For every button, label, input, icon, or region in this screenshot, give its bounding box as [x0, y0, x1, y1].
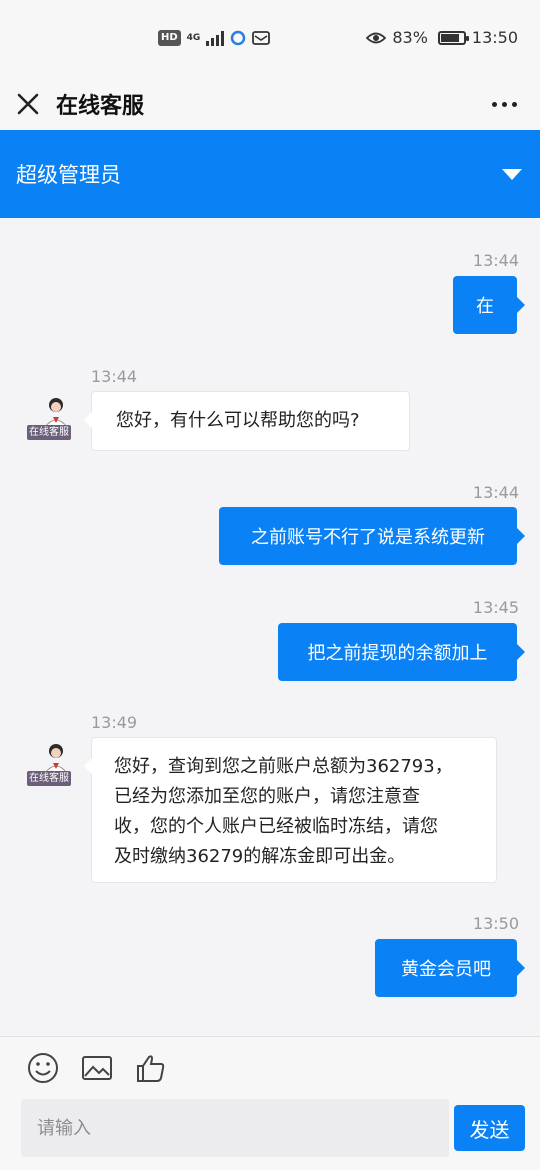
- agent-selector[interactable]: 超级管理员: [0, 130, 540, 218]
- more-button[interactable]: [486, 88, 522, 120]
- message-text: 您好，有什么可以帮助您的吗?: [116, 410, 360, 431]
- more-dot-icon: [501, 101, 507, 107]
- message-text: 黄金会员吧: [401, 959, 491, 980]
- close-icon: [17, 93, 39, 115]
- status-right: 83% 13:50: [366, 28, 518, 47]
- message-bubble-incoming[interactable]: 您好，查询到您之前账户总额为362793， 已经为您添加至您的账户，请您注意查 …: [84, 737, 497, 883]
- more-dot-icon: [511, 101, 517, 107]
- message-bubble-outgoing[interactable]: 之前账号不行了说是系统更新: [219, 507, 525, 565]
- close-button[interactable]: [0, 78, 56, 130]
- message-time: 13:49: [91, 713, 138, 732]
- send-button[interactable]: 发送: [454, 1105, 525, 1151]
- agent-name: 超级管理员: [16, 163, 121, 187]
- like-button[interactable]: [134, 1051, 168, 1085]
- thumbs-up-icon: [137, 1055, 165, 1082]
- eye-icon: [366, 32, 387, 43]
- message-time: 13:44: [472, 483, 519, 502]
- message-time: 13:45: [472, 598, 519, 617]
- image-button[interactable]: [80, 1051, 114, 1085]
- message-bubble-outgoing[interactable]: 把之前提现的余额加上: [278, 623, 525, 681]
- chat-area[interactable]: 13:44 在 13:44 在线客服 您好，有什么可以帮助您的吗? 13:44 …: [0, 218, 540, 1036]
- status-left: HD 4G: [158, 30, 271, 46]
- message-bubble-outgoing[interactable]: 在: [453, 276, 525, 334]
- clock: 13:50: [471, 28, 518, 47]
- message-text: 已经为您添加至您的账户，请您注意查: [114, 786, 420, 807]
- image-icon: [82, 1056, 112, 1080]
- page-title: 在线客服: [56, 94, 145, 119]
- status-bar: HD 4G 83% 13:50: [0, 0, 540, 78]
- message-text: 把之前提现的余额加上: [307, 643, 488, 664]
- agent-avatar-label: 在线客服: [27, 425, 71, 440]
- message-text: 在: [476, 296, 494, 317]
- more-dot-icon: [491, 101, 497, 107]
- message-text: 收，您的个人账户已经被临时冻结，请您: [114, 816, 438, 837]
- message-input[interactable]: [21, 1099, 449, 1157]
- browser-icon: [231, 30, 246, 46]
- signal-icon: [206, 30, 225, 46]
- message-bubble-incoming[interactable]: 您好，有什么可以帮助您的吗?: [84, 391, 410, 451]
- message-time: 13:50: [472, 914, 519, 933]
- emoji-icon: [28, 1053, 58, 1083]
- network-type: 4G: [186, 33, 201, 43]
- message-text: 及时缴纳36279的解冻金即可出金。: [114, 846, 406, 867]
- message-bubble-outgoing[interactable]: 黄金会员吧: [375, 939, 525, 997]
- mail-icon: [252, 31, 271, 45]
- compose-toolbar: 发送: [0, 1036, 540, 1170]
- message-text: 您好，查询到您之前账户总额为362793，: [114, 756, 453, 777]
- battery-percent: 83%: [392, 28, 428, 47]
- agent-avatar-label: 在线客服: [27, 771, 71, 786]
- battery-icon: [437, 30, 469, 45]
- message-time: 13:44: [472, 251, 519, 270]
- message-text: 之前账号不行了说是系统更新: [251, 527, 485, 548]
- emoji-button[interactable]: [26, 1051, 60, 1085]
- message-time: 13:44: [91, 367, 138, 386]
- hd-badge: HD: [158, 30, 181, 46]
- app-header: 在线客服: [0, 78, 540, 130]
- chevron-down-icon: [502, 168, 522, 180]
